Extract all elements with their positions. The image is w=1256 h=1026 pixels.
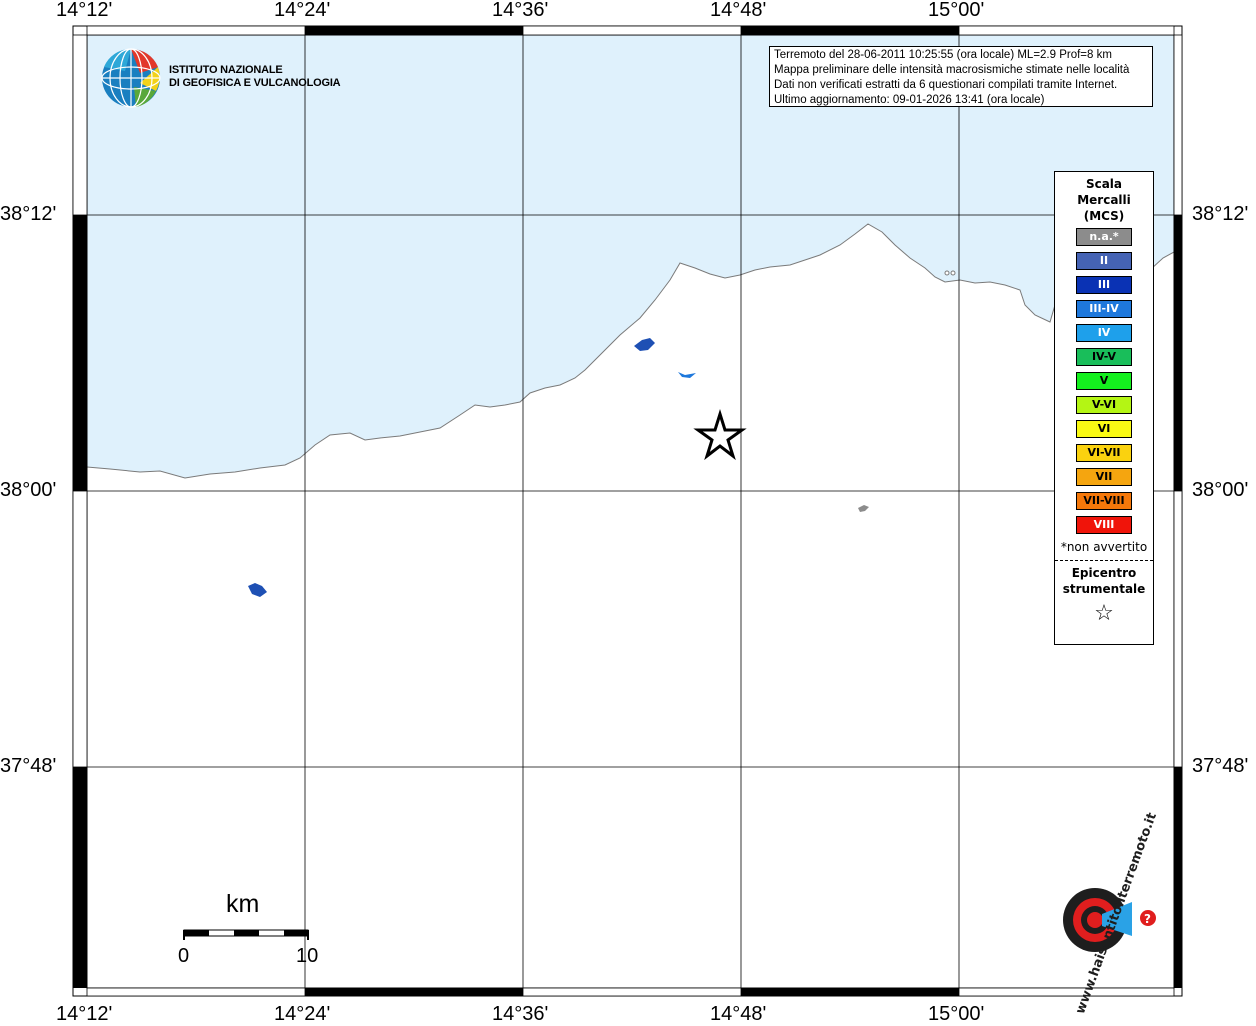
- legend-item: VI-VII: [1076, 444, 1132, 462]
- event-info-line: Ultimo aggiornamento: 09-01-2026 13:41 (…: [774, 94, 1045, 106]
- ingv-name-line1: ISTITUTO NAZIONALE: [169, 64, 283, 76]
- event-info-line: Terremoto del 28-06-2011 10:25:55 (ora l…: [774, 49, 1112, 61]
- lon-tick-bottom: 14°48': [710, 1003, 767, 1025]
- lon-tick-top: 14°48': [710, 0, 767, 21]
- legend-item: VIII: [1076, 516, 1132, 534]
- lon-tick-top: 15°00': [928, 0, 985, 21]
- legend-title-line1: Scala: [1085, 177, 1123, 191]
- legend-title: Scala Mercalli (MCS): [1055, 176, 1153, 224]
- legend-item: III: [1076, 276, 1132, 294]
- lat-tick-left: 38°00': [0, 479, 57, 501]
- legend-item: II: [1076, 252, 1132, 270]
- lon-tick-top: 14°24': [274, 0, 331, 21]
- lat-tick-left: 38°12': [0, 203, 57, 225]
- event-info-line: Mappa preliminare delle intensità macros…: [774, 64, 1130, 76]
- legend-star-icon: ☆: [1094, 601, 1114, 626]
- islet: [944, 270, 950, 276]
- legend-note: *non avvertito: [1060, 540, 1148, 554]
- legend-items: n.a.* II III III-IV IV IV-V V V-VI VI VI-VII VII VI…: [1055, 228, 1153, 534]
- haisentito-text: www.haisentitoilterremoto.it: [1040, 811, 1160, 1016]
- legend-separator: [1055, 560, 1153, 561]
- lat-tick-right: 38°12': [1192, 203, 1249, 225]
- legend-epicenter-line1: Epicentro: [1071, 566, 1137, 580]
- event-info-box: Terremoto del 28-06-2011 10:25:55 (ora l…: [769, 46, 1153, 107]
- legend-item: V-VI: [1076, 396, 1132, 414]
- lat-tick-right: 38°00': [1192, 479, 1249, 501]
- legend-epicenter-line2: strumentale: [1062, 582, 1146, 596]
- scale-end-label: 10: [296, 945, 319, 967]
- legend-item: V: [1076, 372, 1132, 390]
- lon-tick-bottom: 14°36': [492, 1003, 549, 1025]
- legend-item: VII: [1076, 468, 1132, 486]
- legend-item: n.a.*: [1076, 228, 1132, 246]
- lon-tick-bottom: 15°00': [928, 1003, 985, 1025]
- legend-title-line2: Mercalli: [1077, 193, 1131, 207]
- event-info-line: Dati non verificati estratti da 6 questi…: [774, 79, 1118, 91]
- svg-text:?: ?: [1144, 912, 1151, 926]
- mcs-legend: Scala Mercalli (MCS) n.a.* II III III-IV IV I…: [1054, 171, 1154, 645]
- ingv-name-line2: DI GEOFISICA E VULCANOLOGIA: [169, 77, 341, 89]
- lat-tick-left: 37°48': [0, 755, 57, 777]
- legend-epicenter-label: Epicentro strumentale: [1055, 565, 1153, 597]
- ingv-name: ISTITUTO NAZIONALE DI GEOFISICA E VULCAN…: [169, 64, 341, 90]
- legend-item: IV: [1076, 324, 1132, 342]
- legend-item: VII-VIII: [1076, 492, 1132, 510]
- scale-start-label: 0: [178, 945, 190, 967]
- legend-item: IV-V: [1076, 348, 1132, 366]
- lon-tick-bottom: 14°24': [274, 1003, 331, 1025]
- lat-tick-right: 37°48': [1192, 755, 1249, 777]
- scale-unit-label: km: [226, 890, 260, 918]
- islet: [950, 270, 956, 276]
- lon-tick-top: 14°36': [492, 0, 549, 21]
- ingv-globe-icon: [101, 48, 161, 108]
- lon-tick-top: 14°12': [56, 0, 113, 21]
- legend-item: III-IV: [1076, 300, 1132, 318]
- legend-item: VI: [1076, 420, 1132, 438]
- lon-tick-bottom: 14°12': [56, 1003, 113, 1025]
- legend-title-line3: (MCS): [1083, 209, 1125, 223]
